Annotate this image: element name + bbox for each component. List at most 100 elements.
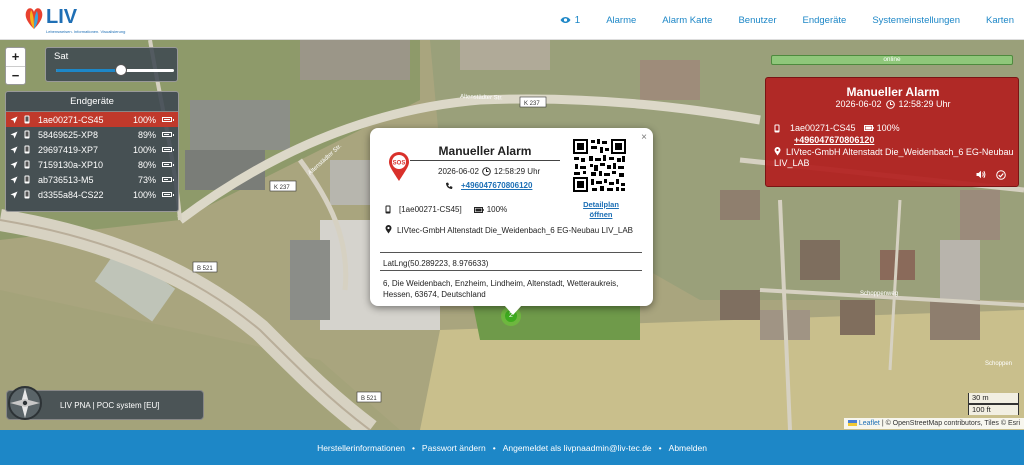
attribution-text: | © OpenStreetMap contributors, Tiles © … xyxy=(881,420,1020,427)
location-pin-icon xyxy=(385,225,392,234)
device-row-icons xyxy=(10,115,38,124)
device-row-icons xyxy=(10,175,38,184)
clock-icon xyxy=(885,99,895,109)
map-view[interactable]: Altenstädter Str. Altenstädter Str. K 23… xyxy=(0,40,1024,430)
eye-count: 1 xyxy=(574,14,581,26)
device-list-title: Endgeräte xyxy=(6,92,178,112)
nav-benutzer[interactable]: Benutzer xyxy=(738,15,776,26)
popup-close-button[interactable]: × xyxy=(641,132,647,143)
logo-heart-icon xyxy=(25,8,43,29)
alarm-panel-datetime: 2026-06-02 12:58:29 Uhr xyxy=(766,99,1020,109)
footer-herstellerinformationen[interactable]: Herstellerinformationen xyxy=(317,443,405,453)
alarm-panel-device-row: 1ae00271-CS45 100% xyxy=(774,123,900,133)
phone-device-icon xyxy=(385,205,391,214)
phone-device-icon xyxy=(24,145,30,154)
popup-phone-link[interactable]: +496047670806120 xyxy=(461,181,532,190)
phone-device-icon xyxy=(24,115,30,124)
popup-address: 6, Die Weidenbach, Enzheim, Lindheim, Al… xyxy=(383,279,619,299)
location-arrow-icon[interactable] xyxy=(10,116,18,124)
leaflet-link[interactable]: Leaflet xyxy=(847,420,882,427)
phone-device-icon xyxy=(24,160,30,169)
logo-tagline: Lebensweisen. Informationen. Visualisier… xyxy=(46,29,126,34)
zoom-out-button[interactable]: − xyxy=(6,66,25,84)
phone-device-icon xyxy=(774,124,780,132)
device-row[interactable]: d3355a84-CS22 100% xyxy=(6,187,178,202)
location-pin-icon xyxy=(774,147,781,156)
alarm-panel-location-row: LIVtec-GmbH Altenstadt Die_Weidenbach_6 … xyxy=(774,147,1014,169)
nav-karten[interactable]: Karten xyxy=(986,15,1014,26)
detailplan-link[interactable]: Detailplan öffnen xyxy=(577,200,625,220)
battery-fill xyxy=(164,164,169,165)
device-row[interactable]: 29697419-XP7 100% xyxy=(6,142,178,157)
nav-alarme[interactable]: Alarme xyxy=(606,15,636,26)
battery-fill xyxy=(164,134,169,135)
alarm-panel-actions xyxy=(976,170,1006,180)
popup-datetime: 2026-06-02 12:58:29 Uhr xyxy=(438,167,540,176)
clock-icon xyxy=(482,167,491,176)
logo-text: LIV xyxy=(46,6,78,28)
alarm-panel-battery: 100% xyxy=(876,123,900,133)
battery-icon xyxy=(162,117,174,122)
device-battery-percent: 80% xyxy=(137,159,156,170)
battery-icon xyxy=(162,132,174,137)
road-label-schoppen: Schoppen xyxy=(985,361,1012,367)
location-arrow-icon[interactable] xyxy=(10,191,18,199)
device-name: ab736513-M5 xyxy=(38,174,94,185)
device-row[interactable]: 58469625-XP8 89% xyxy=(6,127,178,142)
popup-divider xyxy=(380,270,642,271)
zoom-in-button[interactable]: + xyxy=(6,48,25,66)
nav-watch-indicator[interactable]: 1 xyxy=(560,14,581,26)
zoom-control: + − xyxy=(5,47,26,85)
device-row[interactable]: ab736513-M5 73% xyxy=(6,172,178,187)
device-name: 58469625-XP8 xyxy=(38,129,99,140)
logo[interactable]: LIV Lebensweisen. Informationen. Visuali… xyxy=(24,5,125,35)
popup-location-row: LIVtec-GmbH Altenstadt Die_Weidenbach_6 … xyxy=(385,225,635,236)
layer-slider-thumb[interactable] xyxy=(114,64,127,76)
nav-endgeraete[interactable]: Endgeräte xyxy=(802,15,846,26)
sos-marker-icon: SOS xyxy=(389,152,409,181)
alarm-panel-date: 2026-06-02 xyxy=(835,99,882,109)
phone-icon xyxy=(446,182,453,189)
qr-code-icon xyxy=(572,138,627,193)
popup-latlng: LatLng(50.289223, 8.976633) xyxy=(383,259,489,268)
location-arrow-icon[interactable] xyxy=(10,161,18,169)
nav-alarm-karte[interactable]: Alarm Karte xyxy=(662,15,712,26)
device-list-panel: Endgeräte 1ae00271-CS45 100% 58469625-XP8 8… xyxy=(5,91,179,212)
battery-icon xyxy=(863,125,874,131)
device-row[interactable]: 7159130a-XP10 80% xyxy=(6,157,178,172)
speaker-icon[interactable] xyxy=(976,170,986,179)
battery-fill xyxy=(164,179,168,180)
footer-passwort-aendern[interactable]: Passwort ändern xyxy=(422,443,486,453)
map-attribution: Leaflet | © OpenStreetMap contributors, … xyxy=(843,418,1024,429)
battery-fill xyxy=(164,149,170,150)
footer-abmelden[interactable]: Abmelden xyxy=(669,443,707,453)
alarm-popup: × SOS Manueller Alarm 2026-06-02 12:58:2… xyxy=(370,128,653,306)
system-label: LIV PNA | POC system [EU] xyxy=(60,401,160,410)
layer-opacity-panel: Sat xyxy=(45,47,178,82)
device-row-icons xyxy=(10,145,38,154)
road-label-k237-1: K 237 xyxy=(524,101,540,107)
alarm-panel-title: Manueller Alarm xyxy=(846,85,940,99)
alarm-panel-phone[interactable]: +496047670806120 xyxy=(794,135,874,145)
location-arrow-icon[interactable] xyxy=(10,131,18,139)
active-alarm-panel[interactable]: Manueller Alarm 2026-06-02 12:58:29 Uhr … xyxy=(765,77,1019,187)
phone-device-icon xyxy=(24,130,30,139)
device-battery-percent: 100% xyxy=(132,114,156,125)
device-battery-percent: 73% xyxy=(137,174,156,185)
acknowledge-check-icon[interactable] xyxy=(996,170,1006,180)
nav-systemeinstellungen[interactable]: Systemeinstellungen xyxy=(872,15,960,26)
battery-fill xyxy=(164,119,170,120)
device-name: 1ae00271-CS45 xyxy=(38,114,104,125)
location-arrow-icon[interactable] xyxy=(10,176,18,184)
device-battery-percent: 100% xyxy=(132,144,156,155)
device-row[interactable]: 1ae00271-CS45 100% xyxy=(6,112,178,127)
scale-metric: 30 m xyxy=(968,393,1019,404)
popup-device-id: [1ae00271-CS45] xyxy=(399,205,462,214)
flag-icon xyxy=(847,420,857,426)
location-arrow-icon[interactable] xyxy=(10,146,18,154)
popup-tip xyxy=(504,305,522,315)
road-label-b521-1: B 521 xyxy=(197,266,213,272)
battery-icon xyxy=(162,192,174,197)
compass-icon[interactable] xyxy=(7,385,43,421)
device-name: 29697419-XP7 xyxy=(38,144,99,155)
